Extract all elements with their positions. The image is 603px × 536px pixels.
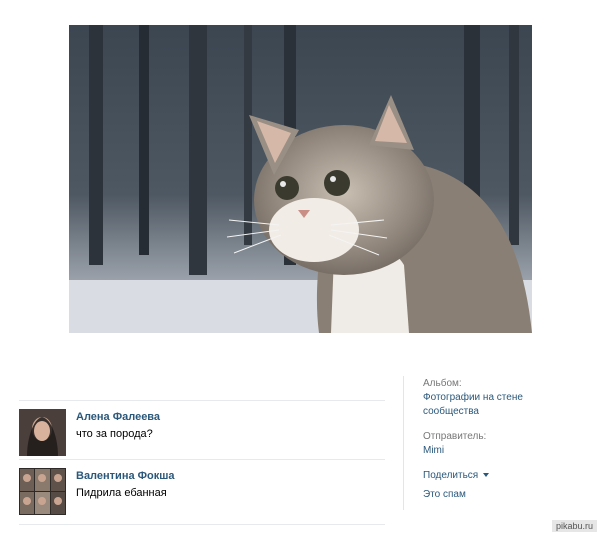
sender-label: Отправитель: xyxy=(423,431,487,442)
report-spam-link[interactable]: Это спам xyxy=(423,489,466,500)
comments-list: Алена Фалеева что за порода? Валентина Ф… xyxy=(19,400,385,525)
avatar-photo-icon xyxy=(19,409,66,456)
cat-photo-drawing xyxy=(69,25,532,333)
avatar[interactable] xyxy=(19,468,66,515)
share-button[interactable]: Поделиться xyxy=(423,470,490,481)
sender-link[interactable]: Mimi xyxy=(423,444,533,458)
cat-photo[interactable] xyxy=(69,25,532,333)
album-label: Альбом: xyxy=(423,378,462,389)
watermark: pikabu.ru xyxy=(551,520,597,532)
comment-author[interactable]: Алена Фалеева xyxy=(76,411,160,423)
comment-author[interactable]: Валентина Фокша xyxy=(76,470,175,482)
share-label: Поделиться xyxy=(423,470,479,481)
comment-item: Валентина Фокша Пидрила ебанная xyxy=(19,459,385,525)
photo-info-sidebar: Альбом: Фотографии на стене сообщества О… xyxy=(403,376,534,510)
comment-text: Пидрила ебанная xyxy=(76,487,167,499)
avatar[interactable] xyxy=(19,409,66,456)
avatar-collage-icon xyxy=(19,468,66,515)
chevron-down-icon xyxy=(483,473,490,478)
album-link[interactable]: Фотографии на стене сообщества xyxy=(423,391,533,419)
comment-text: что за порода? xyxy=(76,428,153,440)
comment-item: Алена Фалеева что за порода? xyxy=(19,400,385,459)
